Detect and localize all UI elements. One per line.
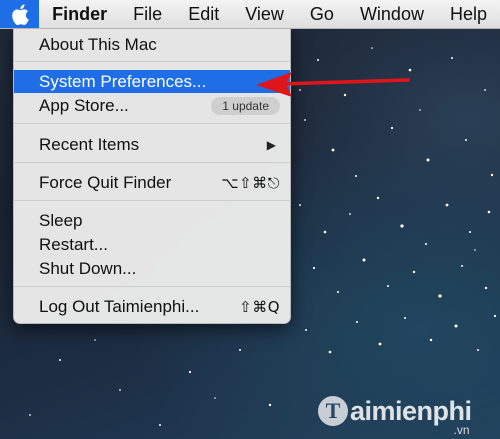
menu-item-label: Recent Items xyxy=(39,134,140,154)
menu-item-recent-items[interactable]: Recent Items ▶ xyxy=(14,133,290,156)
menu-item-label: Shut Down... xyxy=(39,258,137,278)
menu-separator xyxy=(14,162,290,163)
menu-separator xyxy=(14,286,290,287)
menubar-finder[interactable]: Finder xyxy=(39,0,120,28)
menu-item-label: Restart... xyxy=(39,234,108,254)
menu-item-about[interactable]: About This Mac xyxy=(14,33,290,56)
menubar-edit[interactable]: Edit xyxy=(175,0,232,28)
menubar-view[interactable]: View xyxy=(232,0,297,28)
menu-separator xyxy=(14,200,290,201)
menu-item-app-store[interactable]: App Store... 1 update xyxy=(14,94,290,117)
watermark-logo-icon: T xyxy=(318,396,348,426)
menu-item-restart[interactable]: Restart... xyxy=(14,233,290,256)
menubar-file[interactable]: File xyxy=(120,0,175,28)
apple-menu-button[interactable] xyxy=(0,0,40,28)
menu-item-system-preferences[interactable]: System Preferences... xyxy=(14,70,290,93)
apple-icon xyxy=(11,3,29,25)
keyboard-shortcut: ⇧⌘Q xyxy=(239,297,280,316)
submenu-arrow-icon: ▶ xyxy=(266,137,276,152)
menu-item-label: About This Mac xyxy=(39,34,157,54)
menu-bar: Finder File Edit View Go Window Help xyxy=(0,0,500,29)
menu-separator xyxy=(14,123,290,124)
update-badge: 1 update xyxy=(211,96,280,115)
watermark: T aimienphi .vn xyxy=(318,396,472,437)
menu-item-shut-down[interactable]: Shut Down... xyxy=(14,257,290,280)
menubar-window[interactable]: Window xyxy=(347,0,437,28)
menu-separator xyxy=(14,61,290,62)
keyboard-shortcut: ⌥⇧⌘⎋ xyxy=(221,173,280,192)
menu-item-label: App Store... xyxy=(39,95,129,115)
menu-item-label: Force Quit Finder xyxy=(39,172,172,192)
apple-dropdown-menu: About This Mac System Preferences... App… xyxy=(13,28,291,324)
watermark-suffix: .vn xyxy=(453,423,470,437)
menu-item-force-quit[interactable]: Force Quit Finder ⌥⇧⌘⎋ xyxy=(14,171,290,194)
menu-item-label: Sleep xyxy=(39,210,83,230)
menu-item-log-out[interactable]: Log Out Taimienphi... ⇧⌘Q xyxy=(14,295,290,318)
desktop: Finder File Edit View Go Window Help Abo… xyxy=(0,0,500,439)
menu-item-sleep[interactable]: Sleep xyxy=(14,209,290,232)
menubar-go[interactable]: Go xyxy=(297,0,347,28)
watermark-name: aimienphi xyxy=(350,396,472,426)
menubar-help[interactable]: Help xyxy=(437,0,500,28)
menu-item-label: Log Out Taimienphi... xyxy=(39,296,200,316)
menu-item-label: System Preferences... xyxy=(39,71,207,91)
